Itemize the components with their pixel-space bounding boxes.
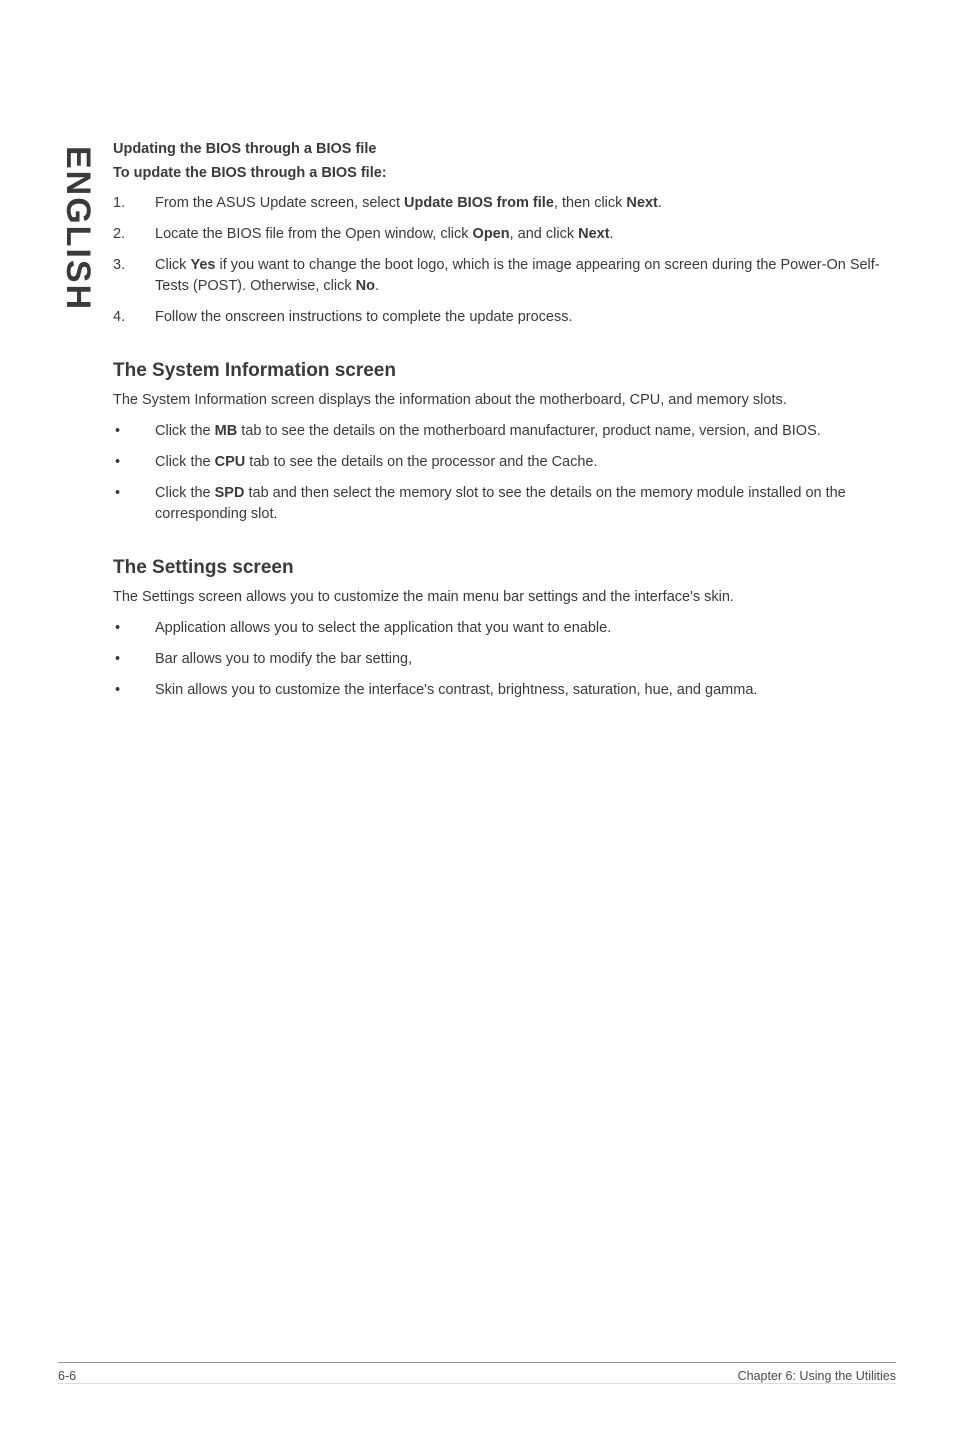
settings-intro: The Settings screen allows you to custom… [113,587,893,608]
text: Click [155,257,190,273]
sysinfo-heading: The System Information screen [113,360,893,382]
bullet-icon: • [113,680,155,701]
sysinfo-item-spd: • Click the SPD tab and then select the … [113,483,893,525]
list-body: Bar allows you to modify the bar setting… [155,649,893,670]
text: . [375,278,379,294]
bold-text: Open [473,226,510,242]
settings-heading: The Settings screen [113,557,893,579]
text: , and click [510,226,579,242]
step-4: 4. Follow the onscreen instructions to c… [113,307,893,328]
text: tab and then select the memory slot to s… [155,485,846,522]
step-body: Locate the BIOS file from the Open windo… [155,224,893,245]
step-body: Follow the onscreen instructions to comp… [155,307,893,328]
step-number: 3. [113,255,155,297]
bullet-icon: • [113,421,155,442]
bold-text: Next [626,195,657,211]
text: Click the [155,454,215,470]
bold-text: Next [578,226,609,242]
bios-file-subtitle: To update the BIOS through a BIOS file: [113,164,893,184]
bold-text: Yes [190,257,215,273]
sysinfo-intro: The System Information screen displays t… [113,390,893,411]
bold-text: MB [215,423,238,439]
text: tab to see the details on the motherboar… [237,423,821,439]
bullet-icon: • [113,483,155,525]
step-number: 4. [113,307,155,328]
page-footer: 6-6 Chapter 6: Using the Utilities [58,1362,896,1384]
list-body: Application allows you to select the app… [155,618,893,639]
step-body: From the ASUS Update screen, select Upda… [155,193,893,214]
chapter-label: Chapter 6: Using the Utilities [738,1369,896,1383]
bios-file-title: Updating the BIOS through a BIOS file [113,140,893,160]
step-3: 3. Click Yes if you want to change the b… [113,255,893,297]
bullet-icon: • [113,618,155,639]
page-content: Updating the BIOS through a BIOS file To… [113,140,893,721]
sysinfo-list: • Click the MB tab to see the details on… [113,421,893,525]
text: if you want to change the boot logo, whi… [155,257,880,294]
bullet-icon: • [113,452,155,473]
bold-text: CPU [215,454,246,470]
list-body: Click the SPD tab and then select the me… [155,483,893,525]
list-body: Skin allows you to customize the interfa… [155,680,893,701]
sysinfo-item-mb: • Click the MB tab to see the details on… [113,421,893,442]
settings-item-bar: • Bar allows you to modify the bar setti… [113,649,893,670]
step-number: 2. [113,224,155,245]
text: , then click [554,195,627,211]
settings-item-app: • Application allows you to select the a… [113,618,893,639]
bold-text: SPD [215,485,245,501]
step-body: Click Yes if you want to change the boot… [155,255,893,297]
side-tab-language: ENGLISH [58,146,97,311]
sysinfo-item-cpu: • Click the CPU tab to see the details o… [113,452,893,473]
bold-text: No [356,278,375,294]
bold-text: Update BIOS from file [404,195,554,211]
text: tab to see the details on the processor … [245,454,597,470]
text: . [610,226,614,242]
step-1: 1. From the ASUS Update screen, select U… [113,193,893,214]
settings-item-skin: • Skin allows you to customize the inter… [113,680,893,701]
list-body: Click the MB tab to see the details on t… [155,421,893,442]
settings-list: • Application allows you to select the a… [113,618,893,701]
text: Click the [155,485,215,501]
list-body: Click the CPU tab to see the details on … [155,452,893,473]
text: Follow the onscreen instructions to comp… [155,309,573,325]
text: From the ASUS Update screen, select [155,195,404,211]
text: Locate the BIOS file from the Open windo… [155,226,473,242]
bios-file-steps: 1. From the ASUS Update screen, select U… [113,193,893,328]
step-number: 1. [113,193,155,214]
text: . [658,195,662,211]
step-2: 2. Locate the BIOS file from the Open wi… [113,224,893,245]
page-number: 6-6 [58,1369,76,1383]
bullet-icon: • [113,649,155,670]
text: Click the [155,423,215,439]
